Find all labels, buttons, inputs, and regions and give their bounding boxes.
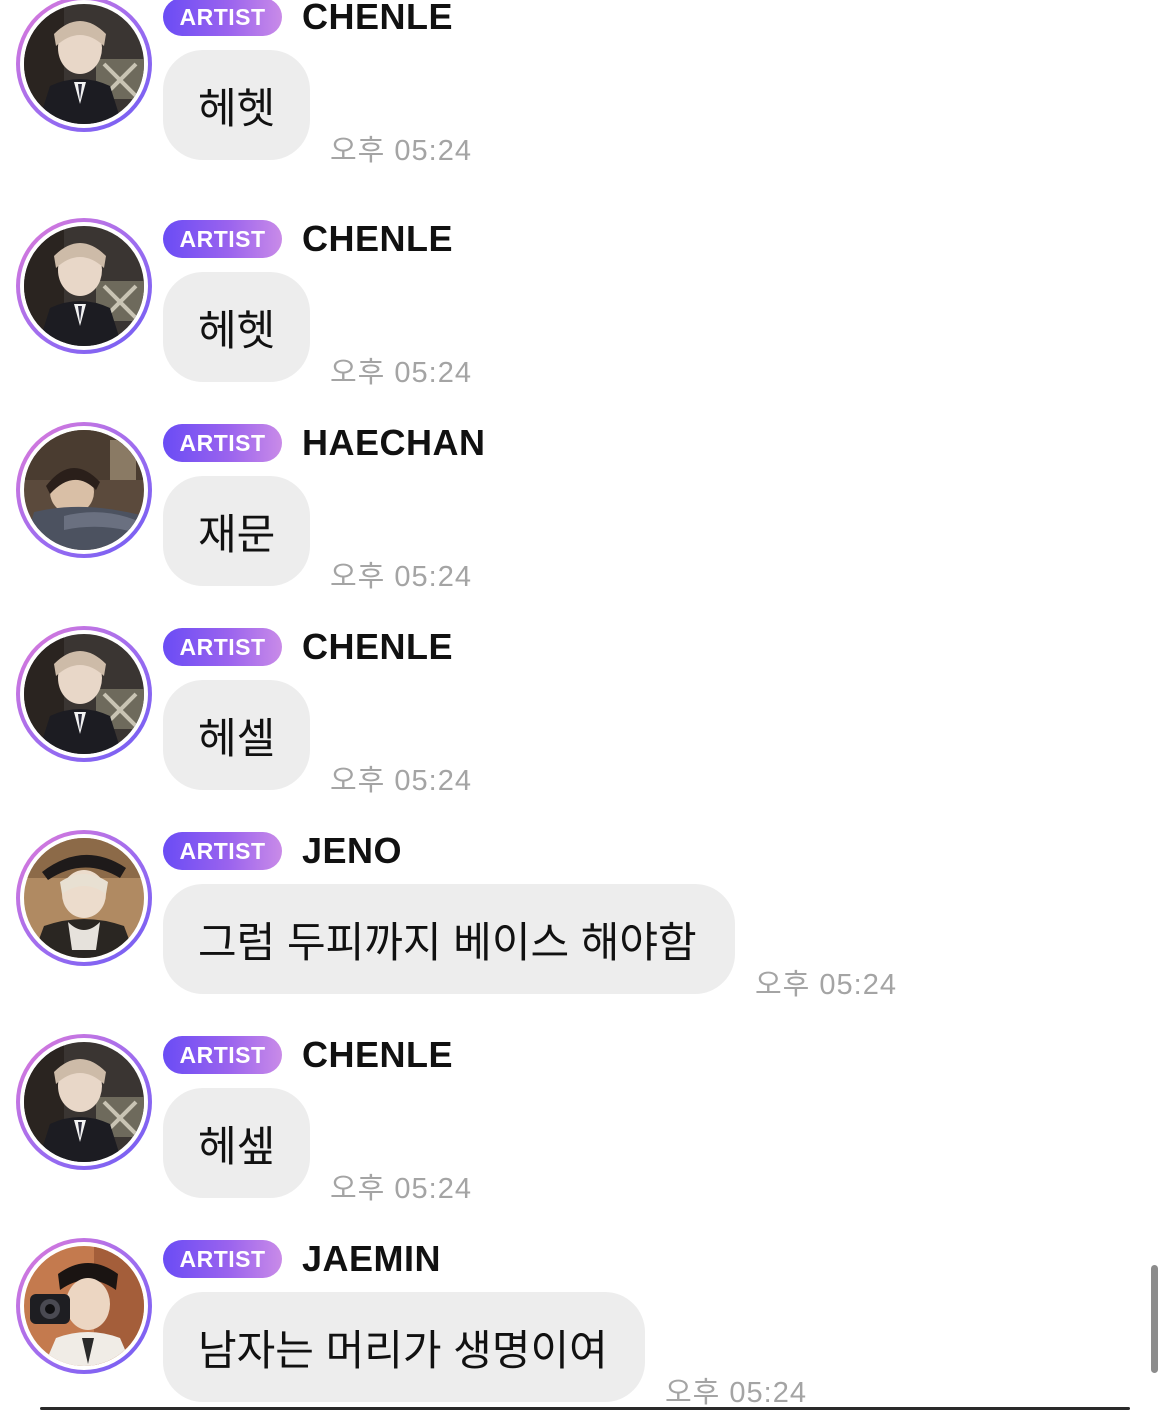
chat-message: ARTIST HAECHAN 재문 오후 05:24	[0, 408, 1140, 612]
chat-message: ARTIST CHENLE 헤셀 오후 05:24	[0, 612, 1140, 816]
avatar[interactable]	[16, 626, 152, 762]
message-timestamp: 오후 05:24	[330, 765, 472, 797]
artist-badge: ARTIST	[163, 220, 282, 258]
artist-badge: ARTIST	[163, 1036, 282, 1074]
message-timestamp: 오후 05:24	[330, 357, 472, 389]
artist-badge: ARTIST	[163, 628, 282, 666]
chat-message: ARTIST CHENLE 헤헷 오후 05:24	[0, 204, 1140, 408]
jeno-avatar-photo	[24, 838, 144, 958]
message-bubble[interactable]: 헤셀	[163, 680, 310, 790]
message-header: ARTIST CHENLE	[163, 0, 453, 38]
message-header: ARTIST CHENLE	[163, 1034, 453, 1076]
sender-name[interactable]: JENO	[302, 830, 402, 872]
message-header: ARTIST CHENLE	[163, 626, 453, 668]
sender-name[interactable]: CHENLE	[302, 0, 453, 38]
message-header: ARTIST JAEMIN	[163, 1238, 441, 1280]
artist-badge: ARTIST	[163, 1240, 282, 1278]
artist-badge: ARTIST	[163, 832, 282, 870]
artist-badge: ARTIST	[163, 424, 282, 462]
message-bubble[interactable]: 재문	[163, 476, 310, 586]
scrollbar[interactable]	[1151, 1265, 1158, 1373]
chenle-avatar-photo	[24, 226, 144, 346]
sender-name[interactable]: CHENLE	[302, 1034, 453, 1076]
message-timestamp: 오후 05:24	[330, 1173, 472, 1205]
chenle-avatar-photo	[24, 1042, 144, 1162]
message-timestamp: 오후 05:24	[755, 969, 897, 1001]
message-bubble[interactable]: 그럼 두피까지 베이스 해야함	[163, 884, 735, 994]
chat-message: ARTIST CHENLE 헤헷 오후 05:24	[0, 0, 1140, 186]
message-bubble[interactable]: 남자는 머리가 생명이여	[163, 1292, 645, 1402]
message-header: ARTIST HAECHAN	[163, 422, 486, 464]
avatar[interactable]	[16, 1238, 152, 1374]
avatar[interactable]	[16, 0, 152, 132]
message-bubble[interactable]: 헤헷	[163, 272, 310, 382]
haechan-avatar-photo	[24, 430, 144, 550]
avatar[interactable]	[16, 218, 152, 354]
avatar[interactable]	[16, 830, 152, 966]
sender-name[interactable]: JAEMIN	[302, 1238, 441, 1280]
sender-name[interactable]: CHENLE	[302, 626, 453, 668]
sender-name[interactable]: HAECHAN	[302, 422, 486, 464]
message-header: ARTIST JENO	[163, 830, 402, 872]
message-timestamp: 오후 05:24	[330, 135, 472, 167]
chenle-avatar-photo	[24, 4, 144, 124]
chenle-avatar-photo	[24, 634, 144, 754]
avatar[interactable]	[16, 422, 152, 558]
chat-message: ARTIST JENO 그럼 두피까지 베이스 해야함 오후 05:24	[0, 816, 1140, 1020]
artist-badge: ARTIST	[163, 0, 282, 36]
message-timestamp: 오후 05:24	[665, 1377, 807, 1409]
avatar[interactable]	[16, 1034, 152, 1170]
jaemin-avatar-photo	[24, 1246, 144, 1366]
sender-name[interactable]: CHENLE	[302, 218, 453, 260]
message-header: ARTIST CHENLE	[163, 218, 453, 260]
message-bubble[interactable]: 헤헷	[163, 50, 310, 160]
chat-message-list[interactable]: ARTIST CHENLE 헤헷 오후 05:24 ARTIST CHENLE …	[0, 0, 1170, 1410]
chat-message: ARTIST JAEMIN 남자는 머리가 생명이여 오후 05:24	[0, 1224, 1140, 1428]
chat-message: ARTIST CHENLE 헤셒 오후 05:24	[0, 1020, 1140, 1224]
message-timestamp: 오후 05:24	[330, 561, 472, 593]
message-bubble[interactable]: 헤셒	[163, 1088, 310, 1198]
